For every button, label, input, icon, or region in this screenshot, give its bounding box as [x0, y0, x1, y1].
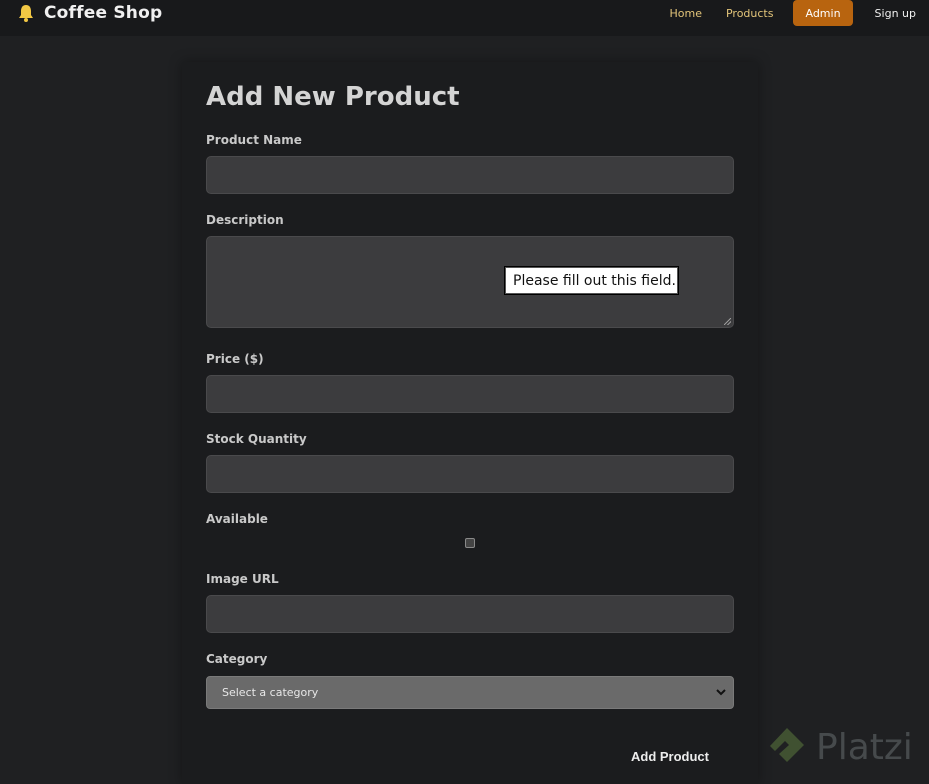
stock-quantity-input[interactable]: [206, 455, 734, 493]
price-label: Price ($): [206, 352, 264, 366]
image-url-input[interactable]: [206, 595, 734, 633]
category-select[interactable]: Select a category: [206, 676, 734, 709]
product-name-input[interactable]: [206, 156, 734, 194]
platzi-watermark: Platzi: [764, 724, 913, 770]
top-navbar: Coffee Shop Home Products Admin Sign up: [0, 0, 929, 36]
chevron-down-icon: [716, 689, 726, 696]
nav-links: Home Products Admin Sign up: [658, 0, 929, 26]
stock-quantity-label: Stock Quantity: [206, 432, 307, 446]
page-title: Add New Product: [206, 82, 460, 112]
image-url-label: Image URL: [206, 572, 279, 586]
validation-tooltip: Please fill out this field.: [505, 267, 678, 294]
nav-admin-link[interactable]: Admin: [793, 0, 853, 26]
add-product-button[interactable]: Add Product: [618, 740, 722, 772]
available-label: Available: [206, 512, 268, 526]
nav-signup-link[interactable]: Sign up: [863, 0, 929, 26]
category-selected-value: Select a category: [222, 686, 319, 699]
resize-handle-icon[interactable]: [724, 318, 731, 325]
price-input[interactable]: [206, 375, 734, 413]
nav-products-link[interactable]: Products: [714, 0, 786, 26]
product-name-label: Product Name: [206, 133, 302, 147]
bell-icon: [19, 5, 33, 22]
brand-name: Coffee Shop: [44, 3, 163, 23]
platzi-logo-icon: [770, 728, 804, 762]
category-label: Category: [206, 652, 268, 666]
available-checkbox[interactable]: [465, 538, 475, 548]
watermark-text: Platzi: [816, 726, 913, 768]
nav-home-link[interactable]: Home: [658, 0, 714, 26]
brand[interactable]: Coffee Shop: [16, 0, 162, 26]
description-label: Description: [206, 213, 284, 227]
